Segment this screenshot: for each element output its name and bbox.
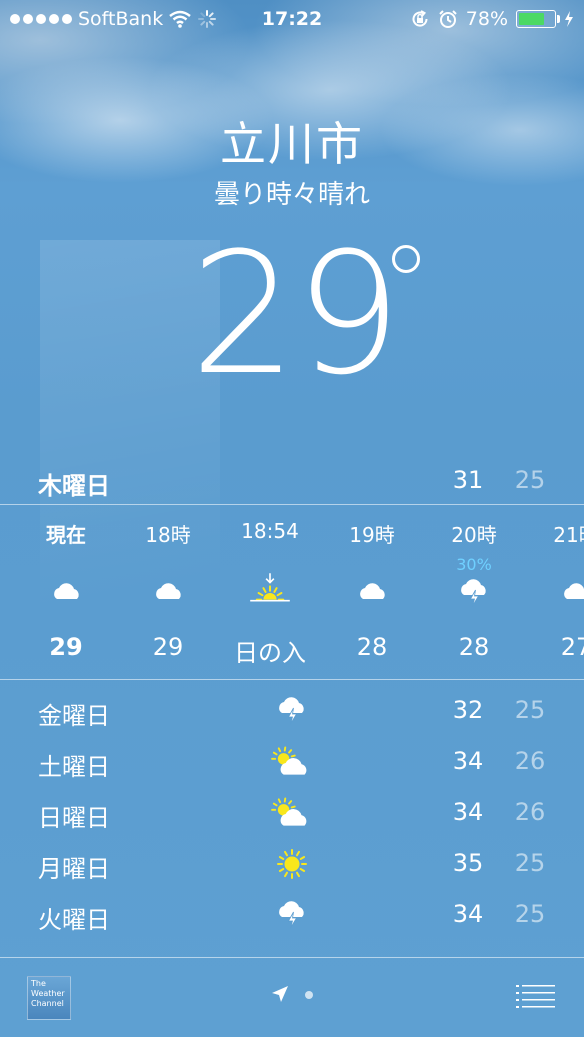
current-condition: 曇り時々晴れ: [213, 180, 370, 210]
day-name: 月曜日: [38, 855, 110, 883]
today-high: 31: [452, 466, 484, 494]
daily-row: 月曜日 35 25: [0, 839, 584, 890]
hourly-item: 18時 29: [116, 505, 220, 677]
precip-chance: 30%: [456, 555, 492, 574]
today-day: 木曜日: [38, 472, 110, 500]
hour-label: 20時: [451, 523, 497, 547]
hour-temperature: 29: [152, 633, 184, 661]
hourly-item: 現在 29: [14, 505, 118, 677]
page-indicator-dot[interactable]: [305, 991, 313, 999]
hour-temperature: 28: [458, 633, 490, 661]
hour-temperature: 28: [356, 633, 388, 661]
partly-sunny-icon: [270, 742, 314, 782]
logo-line: The: [31, 979, 46, 988]
bottom-toolbar: The Weather Channel: [0, 958, 584, 1037]
divider-bottom: [0, 679, 584, 680]
current-location-icon[interactable]: [270, 984, 290, 1004]
weather-channel-logo[interactable]: The Weather Channel: [27, 976, 71, 1020]
day-low: 26: [514, 747, 546, 775]
charging-bolt-icon: [565, 11, 573, 27]
daily-forecast[interactable]: 金曜日 32 25 土曜日 34 26 日曜日 34 26 月曜日 35 25 …: [0, 686, 584, 954]
cloud-icon: [14, 573, 118, 613]
day-low: 25: [514, 696, 546, 724]
hour-label: 現在: [46, 523, 86, 547]
battery-icon: [516, 10, 560, 28]
day-low: 25: [514, 900, 546, 928]
day-name: 金曜日: [38, 702, 110, 730]
cloud-icon: [320, 573, 424, 613]
daily-row: 日曜日 34 26: [0, 788, 584, 839]
daily-row: 金曜日 32 25: [0, 686, 584, 737]
thunderstorm-icon: [270, 691, 314, 731]
sun-icon: [270, 844, 314, 884]
hourly-forecast[interactable]: 現在 29 18時 29 18:54 日の入 19時 28 20時 30% 28…: [0, 505, 584, 677]
day-high: 32: [452, 696, 484, 724]
thunderstorm-icon: [422, 573, 526, 613]
daily-row: 土曜日 34 26: [0, 737, 584, 788]
partly-sunny-icon: [270, 793, 314, 833]
day-high: 34: [452, 900, 484, 928]
today-row: 木曜日 31 25: [0, 458, 584, 504]
hour-label: 21時: [553, 523, 584, 547]
sunset-icon: [218, 573, 322, 613]
alarm-icon: [439, 10, 457, 28]
day-low: 25: [514, 849, 546, 877]
city-list-icon[interactable]: [516, 984, 556, 1008]
day-name: 水曜日: [38, 951, 110, 954]
day-name: 日曜日: [38, 804, 110, 832]
hour-label: 19時: [349, 523, 395, 547]
city-name: 立川市: [220, 117, 364, 171]
degree-symbol: [392, 245, 420, 273]
current-temperature: 29: [190, 216, 402, 412]
battery-percent: 78%: [465, 8, 508, 30]
daily-row: 水曜日: [0, 941, 584, 954]
hour-label: 18:54: [241, 519, 299, 543]
day-high: 34: [452, 798, 484, 826]
cloud-icon: [270, 946, 314, 954]
hour-temperature: 27: [560, 633, 584, 661]
status-bar: SoftBank 17:22 78%: [0, 0, 584, 38]
cloud-icon: [524, 573, 584, 613]
cloud-icon: [116, 573, 220, 613]
rotation-lock-icon: [412, 10, 428, 27]
today-low: 25: [514, 466, 546, 494]
status-right: 78%: [410, 8, 574, 30]
hourly-item: 18:54 日の入: [218, 505, 322, 677]
logo-line: Channel: [31, 999, 64, 1008]
daily-row: 火曜日 34 25: [0, 890, 584, 941]
day-name: 火曜日: [38, 906, 110, 934]
hourly-item: 21時 27: [524, 505, 584, 677]
hourly-item: 19時 28: [320, 505, 424, 677]
hourly-item: 20時 30% 28: [422, 505, 526, 677]
thunderstorm-icon: [270, 895, 314, 935]
hour-temperature: 29: [49, 633, 83, 661]
day-high: 34: [452, 747, 484, 775]
logo-line: Weather: [31, 989, 65, 998]
day-name: 土曜日: [38, 753, 110, 781]
day-high: 35: [452, 849, 484, 877]
hour-label: 18時: [145, 523, 191, 547]
day-low: 26: [514, 798, 546, 826]
hour-temperature: 日の入: [234, 639, 306, 667]
